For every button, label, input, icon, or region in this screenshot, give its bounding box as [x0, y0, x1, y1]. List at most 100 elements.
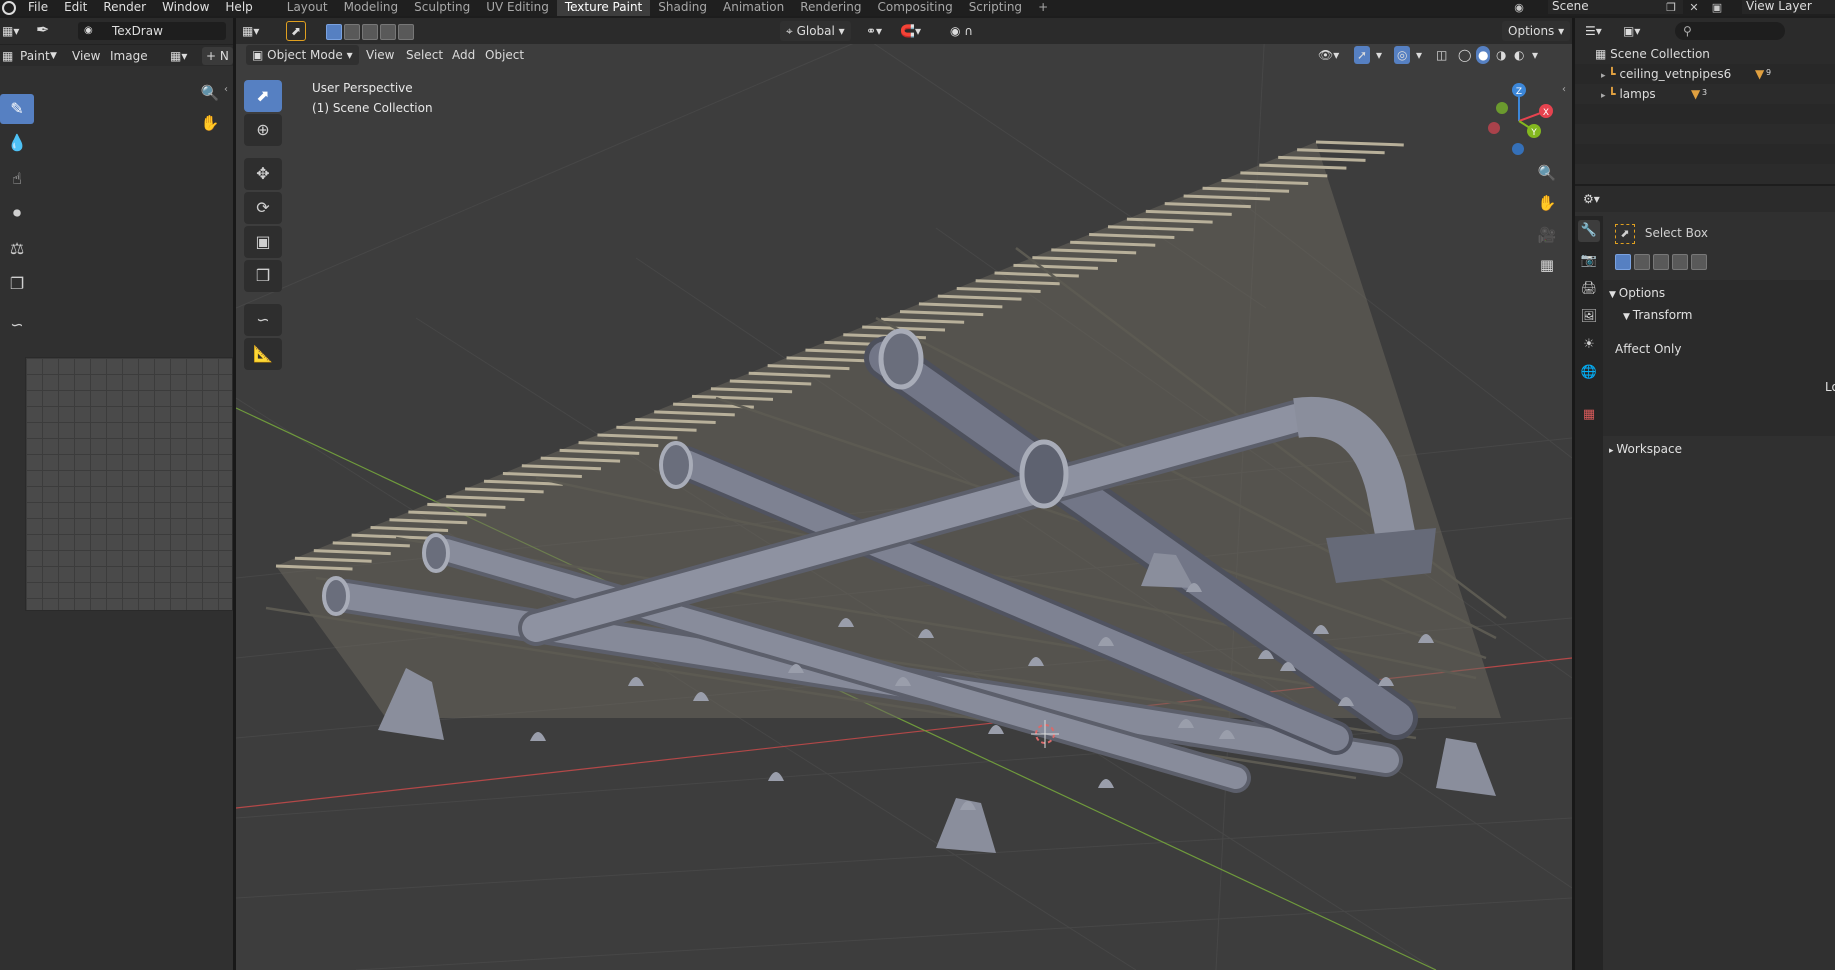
menu-window[interactable]: Window	[154, 0, 217, 16]
gizmo-dropdown-icon[interactable]: ▾	[1376, 46, 1382, 64]
menu-file[interactable]: File	[20, 0, 56, 16]
menu-image[interactable]: Image	[110, 47, 148, 65]
menu-view[interactable]: View	[366, 46, 394, 64]
annotate-icon[interactable]: ∽	[0, 310, 34, 340]
select-box-icon[interactable]: ⬈	[244, 80, 282, 112]
tab-uv-editing[interactable]: UV Editing	[478, 0, 557, 16]
camera-icon[interactable]: 🎥	[1534, 222, 1560, 248]
rotate-icon[interactable]: ⟳	[244, 192, 282, 224]
view-layer-icon[interactable]: 🖼	[1578, 306, 1600, 328]
scale-icon[interactable]: ▣	[244, 226, 282, 258]
move-icon[interactable]: ✥	[244, 158, 282, 190]
navigation-gizmo[interactable]: Z X Y	[1488, 83, 1553, 155]
transform-subsection-header[interactable]: ▼ Transform	[1623, 304, 1835, 326]
transform-icon[interactable]: ❒	[244, 260, 282, 292]
mode-dropdown[interactable]: Paint	[20, 47, 50, 65]
new-image-button[interactable]: + N	[202, 47, 233, 65]
select-tool-icon[interactable]: ⬈	[286, 21, 306, 41]
tab-rendering[interactable]: Rendering	[792, 0, 869, 16]
tool-settings-icon[interactable]: 🔧	[1578, 220, 1600, 242]
select-invert-icon[interactable]	[1672, 254, 1688, 270]
menu-add[interactable]: Add	[452, 46, 475, 64]
menu-render[interactable]: Render	[95, 0, 154, 16]
add-workspace-button[interactable]: +	[1030, 0, 1056, 16]
tab-texture-paint[interactable]: Texture Paint	[556, 0, 651, 16]
draw-brush-icon[interactable]: ✎	[0, 94, 34, 124]
editor-type-icon[interactable]: ▦▾	[2, 22, 19, 40]
outliner-item-scene-collection[interactable]: ▦ Scene Collection	[1575, 44, 1835, 64]
gizmo-toggle-icon[interactable]: ➚	[1354, 46, 1371, 64]
cursor-icon[interactable]: ⊕	[244, 114, 282, 146]
snap-icon[interactable]: 🧲▾	[900, 22, 921, 40]
visibility-icon[interactable]: 👁▾	[1318, 46, 1339, 64]
menu-edit[interactable]: Edit	[56, 0, 95, 16]
overlays-toggle-icon[interactable]: ◎	[1394, 46, 1411, 64]
measure-icon[interactable]: 📐	[244, 338, 282, 370]
perspective-grid-icon[interactable]: ▦	[1534, 252, 1560, 278]
outliner-item-ceiling[interactable]: ▸ ┗ ceiling_vetnpipes6 ▼ 9	[1575, 64, 1835, 84]
zoom-icon[interactable]: 🔍	[1534, 160, 1560, 186]
select-extend-icon[interactable]	[344, 24, 360, 40]
overlays-dropdown-icon[interactable]: ▾	[1416, 46, 1422, 64]
select-new-icon[interactable]	[326, 24, 342, 40]
select-subtract-icon[interactable]	[362, 24, 378, 40]
collapse-arrow-icon[interactable]: ‹	[224, 84, 228, 95]
xray-icon[interactable]: ◫	[1436, 46, 1447, 64]
tab-modeling[interactable]: Modeling	[336, 0, 407, 16]
select-subtract-icon[interactable]	[1653, 254, 1669, 270]
editor-type-icon[interactable]: ☰▾	[1585, 22, 1602, 40]
tab-animation[interactable]: Animation	[715, 0, 792, 16]
clone-stamp-icon[interactable]: ⏺	[0, 198, 34, 228]
editor-type-icon[interactable]: ⚙▾	[1583, 190, 1600, 208]
rendered-shading-icon[interactable]: ◐	[1514, 46, 1524, 64]
shading-dropdown-icon[interactable]: ▾	[1532, 46, 1538, 64]
menu-view[interactable]: View	[72, 47, 100, 65]
smear-icon[interactable]: ☝	[0, 164, 34, 194]
options-dropdown[interactable]: Options ▾	[1502, 21, 1571, 41]
scene-render[interactable]: Z X Y	[236, 18, 1572, 970]
options-section-header[interactable]: ▼ Options	[1609, 282, 1835, 304]
new-scene-icon[interactable]: ❐	[1664, 1, 1678, 14]
display-mode-icon[interactable]: ▣▾	[1623, 22, 1640, 40]
outliner-item-lamps[interactable]: ▸ ┗ lamps ▼ 3	[1575, 84, 1835, 104]
pan-hand-icon[interactable]: ✋	[1534, 190, 1560, 216]
editor-type-icon[interactable]: ▦▾	[242, 22, 259, 40]
tab-sculpting[interactable]: Sculpting	[406, 0, 478, 16]
workspace-section-header[interactable]: ▸ Workspace	[1609, 438, 1835, 460]
delete-scene-icon[interactable]: ✕	[1687, 1, 1701, 14]
wireframe-shading-icon[interactable]: ◯	[1458, 46, 1471, 64]
transform-orientation-dropdown[interactable]: ⌖ Global ▾	[780, 21, 851, 41]
tab-shading[interactable]: Shading	[650, 0, 715, 16]
proportional-edit-icon[interactable]: ◉ ∩	[950, 22, 973, 40]
solid-shading-icon[interactable]: ●	[1476, 46, 1491, 64]
scene-name-field[interactable]: Scene	[1548, 0, 1683, 14]
select-invert-icon[interactable]	[380, 24, 396, 40]
menu-object[interactable]: Object	[485, 46, 524, 64]
tab-layout[interactable]: Layout	[279, 0, 336, 16]
brush-name-field[interactable]: TexDraw	[78, 22, 226, 40]
annotate-icon[interactable]: ∽	[244, 304, 282, 336]
view-layer-field[interactable]: View Layer	[1742, 0, 1835, 14]
menu-help[interactable]: Help	[217, 0, 260, 16]
3d-viewport[interactable]: Z X Y ▦▾ ⬈ ⌖ Global ▾ ⚭▾ 🧲▾ ◉ ∩ Options …	[236, 18, 1572, 970]
blender-logo-icon[interactable]	[2, 1, 16, 15]
view-layer-browse-icon[interactable]: ▣	[1710, 1, 1724, 14]
scene-browse-icon[interactable]: ◉	[1512, 1, 1526, 14]
soften-drop-icon[interactable]: 💧	[0, 128, 34, 158]
pan-hand-icon[interactable]: ✋	[197, 110, 223, 136]
sidebar-arrow-icon[interactable]: ‹	[1562, 84, 1566, 95]
tab-compositing[interactable]: Compositing	[869, 0, 960, 16]
world-properties-icon[interactable]: 🌐	[1578, 362, 1600, 384]
material-shading-icon[interactable]: ◑	[1496, 46, 1506, 64]
select-intersect-icon[interactable]	[1691, 254, 1707, 270]
pivot-point-icon[interactable]: ⚭▾	[866, 22, 882, 40]
menu-select[interactable]: Select	[406, 46, 443, 64]
mask-icon[interactable]: ❐	[0, 269, 34, 299]
output-properties-icon[interactable]: 🖨	[1578, 278, 1600, 300]
zoom-icon[interactable]: 🔍	[197, 80, 223, 106]
object-mode-dropdown[interactable]: ▣ Object Mode ▾	[246, 45, 359, 65]
uv-grid-canvas[interactable]	[25, 357, 233, 611]
brush-tool-icon[interactable]: ✒	[36, 21, 49, 39]
texture-properties-icon[interactable]: ▦	[1578, 404, 1600, 426]
scene-properties-icon[interactable]: ☀	[1578, 334, 1600, 356]
